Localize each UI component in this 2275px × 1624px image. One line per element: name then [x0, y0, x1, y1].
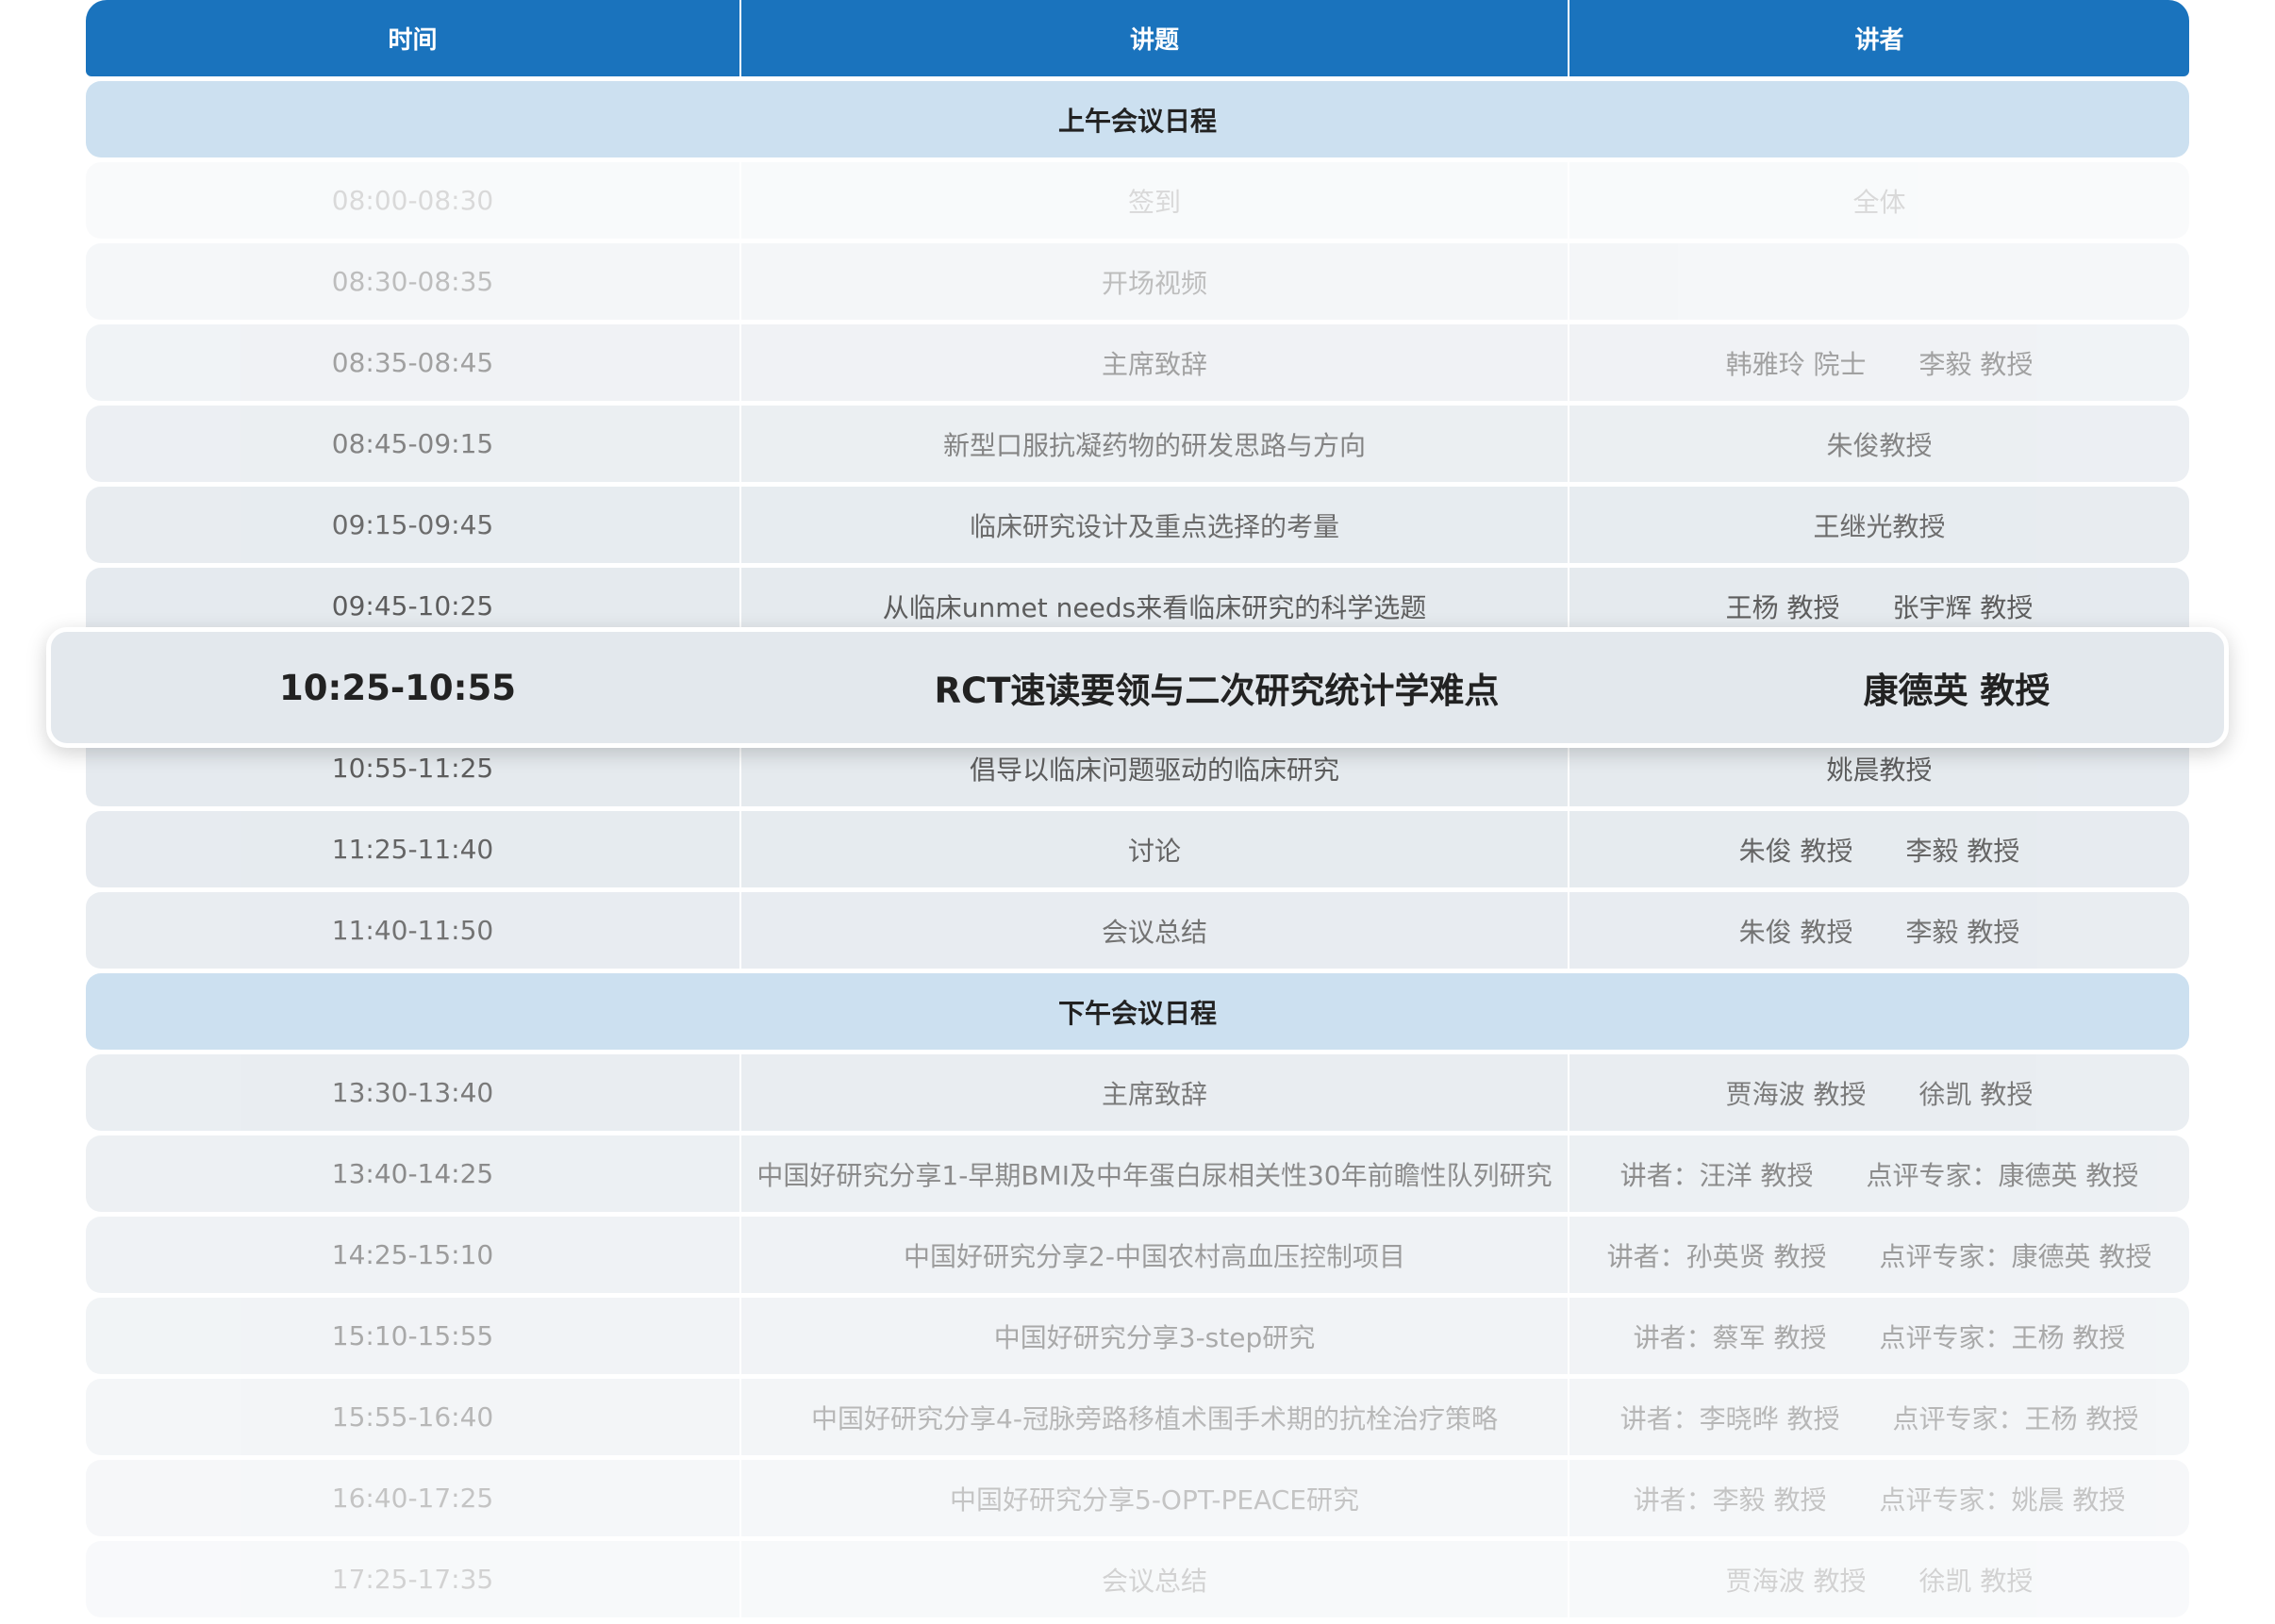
- speaker-name: 全体: [1852, 186, 1906, 218]
- row-topic: 会议总结: [739, 1541, 1568, 1617]
- table-row[interactable]: 09:15-09:45 临床研究设计及重点选择的考量 王继光教授: [86, 487, 2189, 563]
- speaker-name: 徐凯 教授: [1918, 1078, 2034, 1110]
- table-row[interactable]: 13:40-14:25 中国好研究分享1-早期BMI及中年蛋白尿相关性30年前瞻性…: [86, 1135, 2189, 1212]
- highlight-topic: RCT速读要领与二次研究统计学难点: [934, 671, 1500, 711]
- row-topic: 中国好研究分享1-早期BMI及中年蛋白尿相关性30年前瞻性队列研究: [739, 1135, 1568, 1212]
- row-speakers: 贾海波 教授 徐凯 教授: [1568, 1541, 2189, 1617]
- speaker-name: 朱俊 教授: [1738, 916, 1853, 948]
- row-speakers: 讲者：李毅 教授 点评专家：姚晨 教授: [1568, 1460, 2189, 1536]
- table-row[interactable]: 15:10-15:55 中国好研究分享3-step研究 讲者：蔡军 教授 点评专家：王…: [86, 1298, 2189, 1374]
- row-time: 16:40-17:25: [331, 1483, 494, 1514]
- speaker-name: 张宇辉 教授: [1892, 591, 2034, 623]
- speaker-name: 朱俊 教授: [1738, 835, 1853, 867]
- speaker-name: 讲者：蔡军 教授: [1633, 1321, 1827, 1353]
- row-time: 13:30-13:40: [331, 1077, 494, 1108]
- speaker-name: 讲者：李晓晔 教授: [1619, 1402, 1840, 1434]
- speaker-name: 点评专家：姚晨 教授: [1879, 1483, 2126, 1516]
- speaker-name: 韩雅玲 院士: [1725, 348, 1867, 380]
- row-speakers: 韩雅玲 院士 李毅 教授: [1568, 324, 2189, 401]
- row-topic: 开场视频: [739, 243, 1568, 320]
- row-topic: 新型口服抗凝药物的研发思路与方向: [739, 406, 1568, 482]
- table-row[interactable]: 13:30-13:40 主席致辞 贾海波 教授 徐凯 教授: [86, 1054, 2189, 1131]
- speaker-name: 徐凯 教授: [1918, 1565, 2034, 1597]
- row-topic: 主席致辞: [739, 1054, 1568, 1131]
- section-morning: 上午会议日程: [86, 81, 2189, 157]
- row-time: 08:30-08:35: [331, 266, 494, 297]
- row-speakers: 全体: [1568, 162, 2189, 239]
- highlighted-session-row[interactable]: 10:25-10:55 RCT速读要领与二次研究统计学难点 康德英 教授: [46, 627, 2229, 748]
- speaker-name: 点评专家：王杨 教授: [1879, 1321, 2126, 1353]
- row-topic: 签到: [739, 162, 1568, 239]
- row-topic: 中国好研究分享5-OPT-PEACE研究: [739, 1460, 1568, 1536]
- header-speaker: 讲者: [1568, 0, 2189, 76]
- table-row[interactable]: 15:55-16:40 中国好研究分享4-冠脉旁路移植术围手术期的抗栓治疗策略 讲者…: [86, 1379, 2189, 1455]
- section-afternoon-title: 下午会议日程: [1057, 997, 1217, 1029]
- speaker-name: 讲者：汪洋 教授: [1619, 1159, 1814, 1191]
- row-speakers: 朱俊教授: [1568, 406, 2189, 482]
- speaker-name: 王继光教授: [1813, 510, 1946, 542]
- speaker-name: 李毅 教授: [1918, 348, 2034, 380]
- table-row[interactable]: 17:25-17:35 会议总结 贾海波 教授 徐凯 教授: [86, 1541, 2189, 1617]
- header-topic: 讲题: [739, 0, 1568, 76]
- row-topic: 会议总结: [739, 892, 1568, 969]
- row-time: 08:00-08:30: [331, 185, 494, 216]
- header-time: 时间: [388, 26, 438, 55]
- table-row[interactable]: 08:00-08:30 签到 全体: [86, 162, 2189, 239]
- speaker-name: 点评专家：王杨 教授: [1892, 1402, 2139, 1434]
- speaker-name: 点评专家：康德英 教授: [1866, 1159, 2139, 1191]
- row-time: 17:25-17:35: [331, 1564, 494, 1595]
- row-topic: 中国好研究分享4-冠脉旁路移植术围手术期的抗栓治疗策略: [739, 1379, 1568, 1455]
- row-time: 08:45-09:15: [331, 428, 494, 459]
- speaker-name: 点评专家：康德英 教授: [1879, 1240, 2152, 1272]
- table-row[interactable]: 11:40-11:50 会议总结 朱俊 教授 李毅 教授: [86, 892, 2189, 969]
- section-afternoon: 下午会议日程: [86, 973, 2189, 1050]
- table-row[interactable]: 08:30-08:35 开场视频: [86, 243, 2189, 320]
- table-row[interactable]: 16:40-17:25 中国好研究分享5-OPT-PEACE研究 讲者：李毅 教授 点…: [86, 1460, 2189, 1536]
- row-time: 14:25-15:10: [331, 1239, 494, 1270]
- table-row[interactable]: 11:25-11:40 讨论 朱俊 教授 李毅 教授: [86, 811, 2189, 887]
- row-speakers: 朱俊 教授 李毅 教授: [1568, 811, 2189, 887]
- row-speakers: 讲者：汪洋 教授 点评专家：康德英 教授: [1568, 1135, 2189, 1212]
- highlight-time: 10:25-10:55: [279, 667, 516, 708]
- schedule-table: 时间 讲题 讲者 上午会议日程 08:00-08:30 签到 全体 08:30-08:…: [86, 0, 2189, 1622]
- row-time: 08:35-08:45: [331, 347, 494, 378]
- row-time: 15:55-16:40: [331, 1401, 494, 1433]
- row-speakers: 讲者：李晓晔 教授 点评专家：王杨 教授: [1568, 1379, 2189, 1455]
- row-time: 09:15-09:45: [331, 509, 494, 540]
- table-row[interactable]: 08:35-08:45 主席致辞 韩雅玲 院士 李毅 教授: [86, 324, 2189, 401]
- table-header: 时间 讲题 讲者: [86, 0, 2189, 76]
- speaker-name: 王杨 教授: [1725, 591, 1840, 623]
- row-topic: 讨论: [739, 811, 1568, 887]
- speaker-name: 李毅 教授: [1905, 916, 2020, 948]
- row-speakers: 讲者：孙英贤 教授 点评专家：康德英 教授: [1568, 1217, 2189, 1293]
- speaker-name: 贾海波 教授: [1725, 1078, 1867, 1110]
- row-topic: 中国好研究分享2-中国农村高血压控制项目: [739, 1217, 1568, 1293]
- row-topic: 主席致辞: [739, 324, 1568, 401]
- row-time: 15:10-15:55: [331, 1320, 494, 1351]
- table-row[interactable]: 08:45-09:15 新型口服抗凝药物的研发思路与方向 朱俊教授: [86, 406, 2189, 482]
- row-topic: 中国好研究分享3-step研究: [739, 1298, 1568, 1374]
- row-speakers: 讲者：蔡军 教授 点评专家：王杨 教授: [1568, 1298, 2189, 1374]
- speaker-name: 姚晨教授: [1826, 754, 1933, 786]
- speaker-name: 贾海波 教授: [1725, 1565, 1867, 1597]
- row-time: 13:40-14:25: [331, 1158, 494, 1189]
- table-row[interactable]: 14:25-15:10 中国好研究分享2-中国农村高血压控制项目 讲者：孙英贤 教授…: [86, 1217, 2189, 1293]
- row-speakers: 朱俊 教授 李毅 教授: [1568, 892, 2189, 969]
- row-topic: 临床研究设计及重点选择的考量: [739, 487, 1568, 563]
- highlight-speaker: 康德英 教授: [1863, 671, 2051, 711]
- speaker-name: 李毅 教授: [1905, 835, 2020, 867]
- speaker-name: 讲者：孙英贤 教授: [1606, 1240, 1827, 1272]
- row-speakers: 贾海波 教授 徐凯 教授: [1568, 1054, 2189, 1131]
- section-morning-title: 上午会议日程: [1057, 105, 1217, 137]
- row-time: 11:40-11:50: [331, 915, 494, 946]
- row-time: 11:25-11:40: [331, 834, 494, 865]
- row-speakers: 王继光教授: [1568, 487, 2189, 563]
- speaker-name: 朱俊教授: [1826, 429, 1933, 461]
- row-speakers: [1568, 243, 2189, 320]
- speaker-name: 讲者：李毅 教授: [1633, 1483, 1827, 1516]
